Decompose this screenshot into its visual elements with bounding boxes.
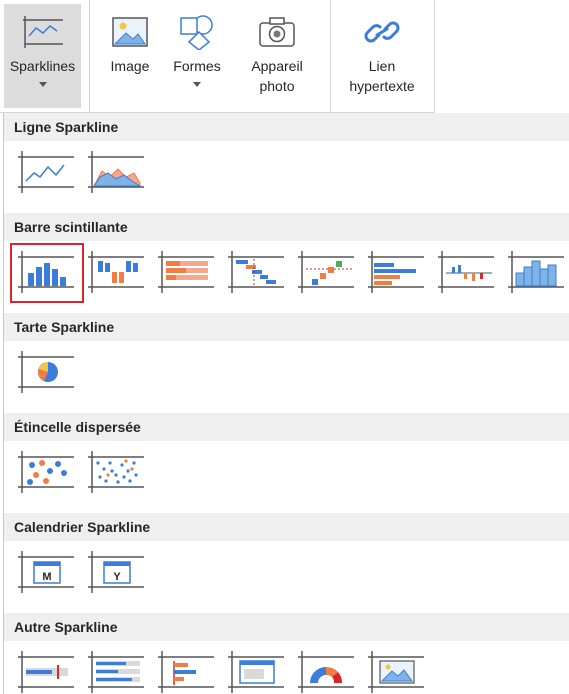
horizontal-bar-sparkline-item[interactable] <box>364 247 430 299</box>
pie-sparkline-item[interactable] <box>14 347 80 399</box>
sparkline-gallery: Ligne Sparkline Barre scintillante Tarte… <box>3 113 569 694</box>
box-sparkline-icon <box>88 651 144 693</box>
ribbon: Sparklines Image Formes Appareil photo L… <box>0 0 569 113</box>
section-tarte: Tarte Sparkline <box>4 313 569 413</box>
lien-label: Lien <box>368 58 396 74</box>
section-title: Étincelle dispersée <box>4 413 569 441</box>
camera-icon <box>257 8 297 56</box>
section-title: Ligne Sparkline <box>4 113 569 141</box>
section-barre: Barre scintillante <box>4 213 569 313</box>
section-title: Tarte Sparkline <box>4 313 569 341</box>
year-calendar-icon: Y <box>88 551 144 593</box>
picture-sparkline-item[interactable] <box>364 647 430 694</box>
month-calendar-sparkline-item[interactable]: M <box>14 547 80 599</box>
image-label: Image <box>110 58 150 74</box>
gauge-sparkline-icon <box>298 651 354 693</box>
line-sparkline-item[interactable] <box>14 147 80 199</box>
histogram-sparkline-icon <box>508 251 564 293</box>
month-calendar-icon: M <box>18 551 74 593</box>
winloss-thin-sparkline-item[interactable] <box>434 247 500 299</box>
variance-sparkline-icon <box>298 251 354 293</box>
section-autre: Autre Sparkline <box>4 613 569 694</box>
sparkline-chart-icon <box>21 8 65 56</box>
section-title: Barre scintillante <box>4 213 569 241</box>
cascade-sparkline-item[interactable] <box>224 247 290 299</box>
section-calendrier: Calendrier Sparkline M Y <box>4 513 569 613</box>
appareil-photo-button[interactable]: Appareil photo <box>241 4 313 108</box>
shapes-icon <box>177 8 217 56</box>
scatter-sparkline-item[interactable] <box>14 447 80 499</box>
stacked-sparkline-icon <box>158 251 214 293</box>
bullet-sparkline-item[interactable] <box>14 647 80 694</box>
winloss-sparkline-icon <box>88 251 144 293</box>
chevron-down-icon <box>193 82 201 87</box>
bullet-sparkline-icon <box>18 651 74 693</box>
pie-sparkline-icon <box>18 351 74 393</box>
area-sparkline-item[interactable] <box>84 147 150 199</box>
formes-button[interactable]: Formes <box>166 4 228 108</box>
variance-sparkline-item[interactable] <box>294 247 360 299</box>
range-sparkline-icon <box>158 651 214 693</box>
section-title: Autre Sparkline <box>4 613 569 641</box>
sparklines-button[interactable]: Sparklines <box>4 4 81 108</box>
winloss-sparkline-item[interactable] <box>84 247 150 299</box>
lien-hypertexte-button[interactable]: Lien hypertexte <box>340 4 424 108</box>
histogram-sparkline-item[interactable] <box>504 247 569 299</box>
sparklines-label: Sparklines <box>9 58 76 74</box>
formes-label: Formes <box>173 58 221 74</box>
cascade-sparkline-icon <box>228 251 284 293</box>
scatter-sparkline-icon <box>18 451 74 493</box>
chevron-down-icon <box>38 82 47 87</box>
month-letter: M <box>42 571 51 583</box>
appareil-label: Appareil <box>251 58 303 74</box>
winloss-thin-sparkline-icon <box>438 251 494 293</box>
dot-scatter-sparkline-item[interactable] <box>84 447 150 499</box>
section-etincelle: Étincelle dispersée <box>4 413 569 513</box>
year-calendar-sparkline-item[interactable]: Y <box>84 547 150 599</box>
line-sparkline-icon <box>18 151 74 193</box>
section-ligne: Ligne Sparkline <box>4 113 569 213</box>
picture-sparkline-icon <box>368 651 424 693</box>
dot-scatter-sparkline-icon <box>88 451 144 493</box>
gauge-sparkline-item[interactable] <box>294 647 360 694</box>
image-sparkline-icon <box>228 651 284 693</box>
range-sparkline-item[interactable] <box>154 647 220 694</box>
stacked-sparkline-item[interactable] <box>154 247 220 299</box>
link-icon <box>362 8 402 56</box>
section-title: Calendrier Sparkline <box>4 513 569 541</box>
area-sparkline-icon <box>88 151 144 193</box>
image-sparkline-item[interactable] <box>224 647 290 694</box>
image-button[interactable]: Image <box>100 4 160 108</box>
ribbon-separator <box>89 0 90 113</box>
column-sparkline-item[interactable] <box>10 243 84 303</box>
photo-label: photo <box>259 78 295 94</box>
year-letter: Y <box>113 571 121 583</box>
ribbon-empty-area <box>434 0 569 113</box>
column-sparkline-icon <box>18 251 74 293</box>
ribbon-separator <box>330 0 331 113</box>
box-sparkline-item[interactable] <box>84 647 150 694</box>
hypertexte-label: hypertexte <box>349 78 415 94</box>
image-icon <box>111 8 149 56</box>
horizontal-bar-sparkline-icon <box>368 251 424 293</box>
